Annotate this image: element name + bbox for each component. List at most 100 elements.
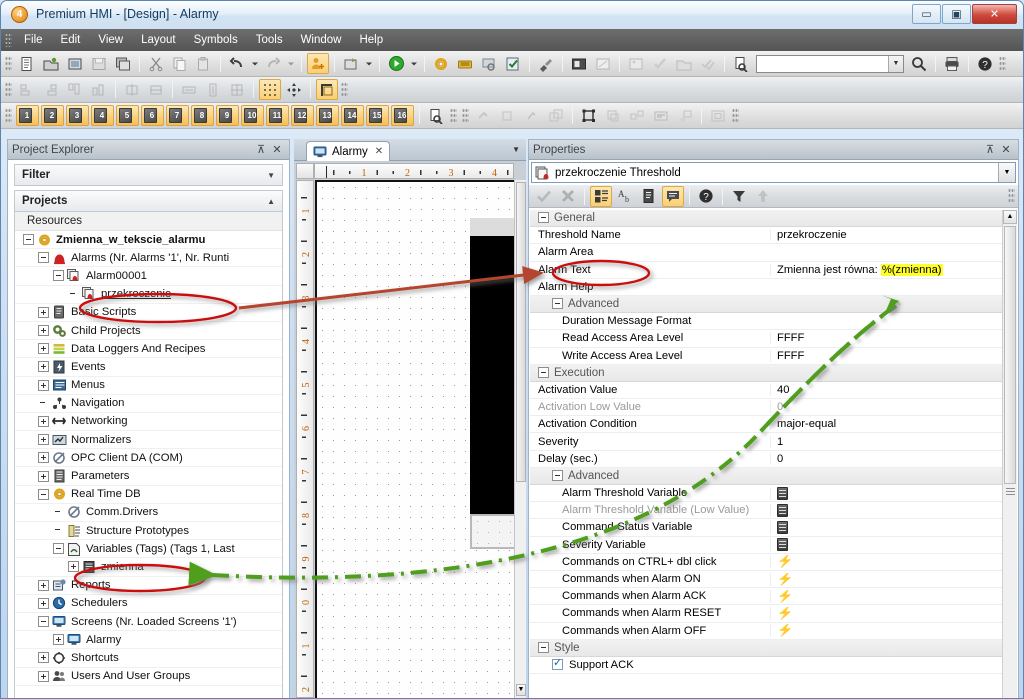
- property-pages-icon[interactable]: [638, 186, 660, 207]
- validate-icon[interactable]: [502, 53, 524, 74]
- tree-collapse-toggle[interactable]: [38, 488, 49, 500]
- menu-tools[interactable]: Tools: [247, 32, 292, 48]
- chevron-up-icon[interactable]: ▲: [267, 197, 275, 206]
- tree-node[interactable]: Data Loggers And Recipes: [15, 340, 282, 359]
- property-value[interactable]: major-equal: [770, 418, 1017, 431]
- tree-node[interactable]: Comm.Drivers: [15, 504, 282, 522]
- up-arrow-icon[interactable]: [752, 186, 774, 207]
- tree-collapse-toggle[interactable]: [38, 252, 49, 264]
- menu-symbols[interactable]: Symbols: [185, 32, 247, 48]
- symbol-button-1[interactable]: 1: [16, 105, 39, 126]
- menu-file[interactable]: File: [15, 32, 52, 48]
- property-row[interactable]: Activation Value 40: [530, 382, 1017, 400]
- symbol-find-icon[interactable]: [425, 105, 447, 126]
- toolbar-grip[interactable]: [5, 81, 12, 98]
- show-ruler-icon[interactable]: [316, 79, 338, 100]
- copy-icon[interactable]: [169, 53, 191, 74]
- property-row[interactable]: Duration Message Format: [530, 313, 1017, 331]
- toolbar-grip[interactable]: [5, 55, 12, 72]
- canvas-vertical-scrollbar[interactable]: ▼: [514, 180, 526, 698]
- same-size-icon[interactable]: [226, 79, 248, 100]
- align-left-icon[interactable]: [16, 79, 38, 100]
- undo-dropdown-icon[interactable]: [250, 53, 260, 74]
- screen-editor-icon[interactable]: [568, 53, 590, 74]
- tree-node[interactable]: Basic Scripts: [15, 304, 282, 322]
- symbol-button-4[interactable]: 4: [91, 105, 114, 126]
- property-row[interactable]: Commands when Alarm ACK ⚡: [530, 588, 1017, 606]
- group-objects-icon[interactable]: [578, 105, 600, 126]
- import-icon[interactable]: [673, 53, 695, 74]
- scrollbar-down-arrow[interactable]: ▼: [516, 684, 526, 696]
- property-row[interactable]: Command-Status Variable: [530, 519, 1017, 537]
- tree-expand-toggle[interactable]: [38, 597, 49, 609]
- object-properties-icon[interactable]: [650, 105, 672, 126]
- property-row[interactable]: Alarm Threshold Variable (Low Value): [530, 502, 1017, 520]
- paste-icon[interactable]: [193, 53, 215, 74]
- property-category-row[interactable]: Style: [530, 639, 1017, 657]
- toolbar-overflow[interactable]: [450, 107, 457, 124]
- show-grid-icon[interactable]: [259, 79, 281, 100]
- tree-expand-toggle[interactable]: [38, 325, 49, 337]
- property-value[interactable]: przekroczenie: [770, 229, 1017, 242]
- send-to-back-icon[interactable]: [545, 105, 567, 126]
- symbol-button-13[interactable]: 13: [316, 105, 339, 126]
- symbol-button-11[interactable]: 11: [266, 105, 289, 126]
- save-icon[interactable]: [88, 53, 110, 74]
- bring-forward-icon[interactable]: [473, 105, 495, 126]
- tree-expand-toggle[interactable]: [53, 634, 64, 646]
- search-dropdown-icon[interactable]: ▼: [888, 55, 903, 72]
- tree-expand-toggle[interactable]: [38, 415, 49, 427]
- property-value[interactable]: [770, 538, 1017, 552]
- tree-collapse-toggle[interactable]: [53, 270, 64, 282]
- property-value[interactable]: ⚡: [770, 606, 1017, 620]
- center-horizontal-icon[interactable]: [121, 79, 143, 100]
- ungroup-objects-icon[interactable]: [602, 105, 624, 126]
- symbol-button-5[interactable]: 5: [116, 105, 139, 126]
- save-all-icon[interactable]: [112, 53, 134, 74]
- toolbar-overflow[interactable]: [999, 55, 1006, 72]
- tree-node[interactable]: OPC Client DA (COM): [15, 449, 282, 468]
- run-icon[interactable]: [385, 53, 407, 74]
- property-value[interactable]: ⚡: [770, 555, 1017, 569]
- property-value[interactable]: 0: [770, 401, 1017, 414]
- tree-expand-toggle[interactable]: [38, 670, 49, 682]
- open-icon[interactable]: [40, 53, 62, 74]
- design-canvas[interactable]: [315, 180, 514, 698]
- property-row[interactable]: Activation Low Value 0: [530, 399, 1017, 417]
- symbol-button-2[interactable]: 2: [41, 105, 64, 126]
- tree-node[interactable]: Schedulers: [15, 595, 282, 613]
- menu-grip[interactable]: [5, 33, 12, 47]
- tree-expand-toggle[interactable]: [38, 343, 49, 355]
- filter-group-header[interactable]: Filter ▼: [14, 164, 283, 186]
- print-icon[interactable]: [941, 53, 963, 74]
- chevron-down-icon[interactable]: ▼: [267, 171, 275, 180]
- property-category-row[interactable]: Advanced: [530, 467, 1017, 485]
- scrollbar-up-arrow[interactable]: ▲: [1003, 210, 1017, 224]
- new-icon[interactable]: [16, 53, 38, 74]
- tree-expand-toggle[interactable]: [68, 561, 79, 573]
- description-pane-icon[interactable]: [662, 185, 684, 207]
- property-row[interactable]: Alarm Threshold Variable: [530, 485, 1017, 503]
- property-value[interactable]: 1: [770, 435, 1017, 448]
- tree-node[interactable]: Navigation: [15, 395, 282, 413]
- tree-expand-toggle[interactable]: [38, 306, 49, 318]
- tree-node[interactable]: Reports: [15, 577, 282, 595]
- symbol-button-3[interactable]: 3: [66, 105, 89, 126]
- symbol-button-9[interactable]: 9: [216, 105, 239, 126]
- menu-help[interactable]: Help: [350, 32, 392, 48]
- close-icon[interactable]: ✕: [998, 143, 1014, 156]
- symbol-button-8[interactable]: 8: [191, 105, 214, 126]
- toolbar-grip-2[interactable]: [462, 107, 469, 124]
- variable-picker-icon[interactable]: [777, 538, 788, 552]
- property-row[interactable]: Read Access Area Level FFFF: [530, 330, 1017, 348]
- property-row[interactable]: Severity Variable: [530, 537, 1017, 554]
- center-vertical-icon[interactable]: [145, 79, 167, 100]
- commands-bolt-icon[interactable]: ⚡: [777, 573, 793, 585]
- pin-icon[interactable]: ⊼: [253, 143, 269, 156]
- tree-node[interactable]: Events: [15, 358, 282, 377]
- paint-tag-icon[interactable]: [535, 53, 557, 74]
- alarm-window-footer-panel[interactable]: [470, 514, 514, 549]
- tree-expand-toggle[interactable]: [38, 579, 49, 591]
- tree-node[interactable]: Alarms (Nr. Alarms '1', Nr. Runti: [15, 249, 282, 268]
- redo-dropdown-icon[interactable]: [286, 53, 296, 74]
